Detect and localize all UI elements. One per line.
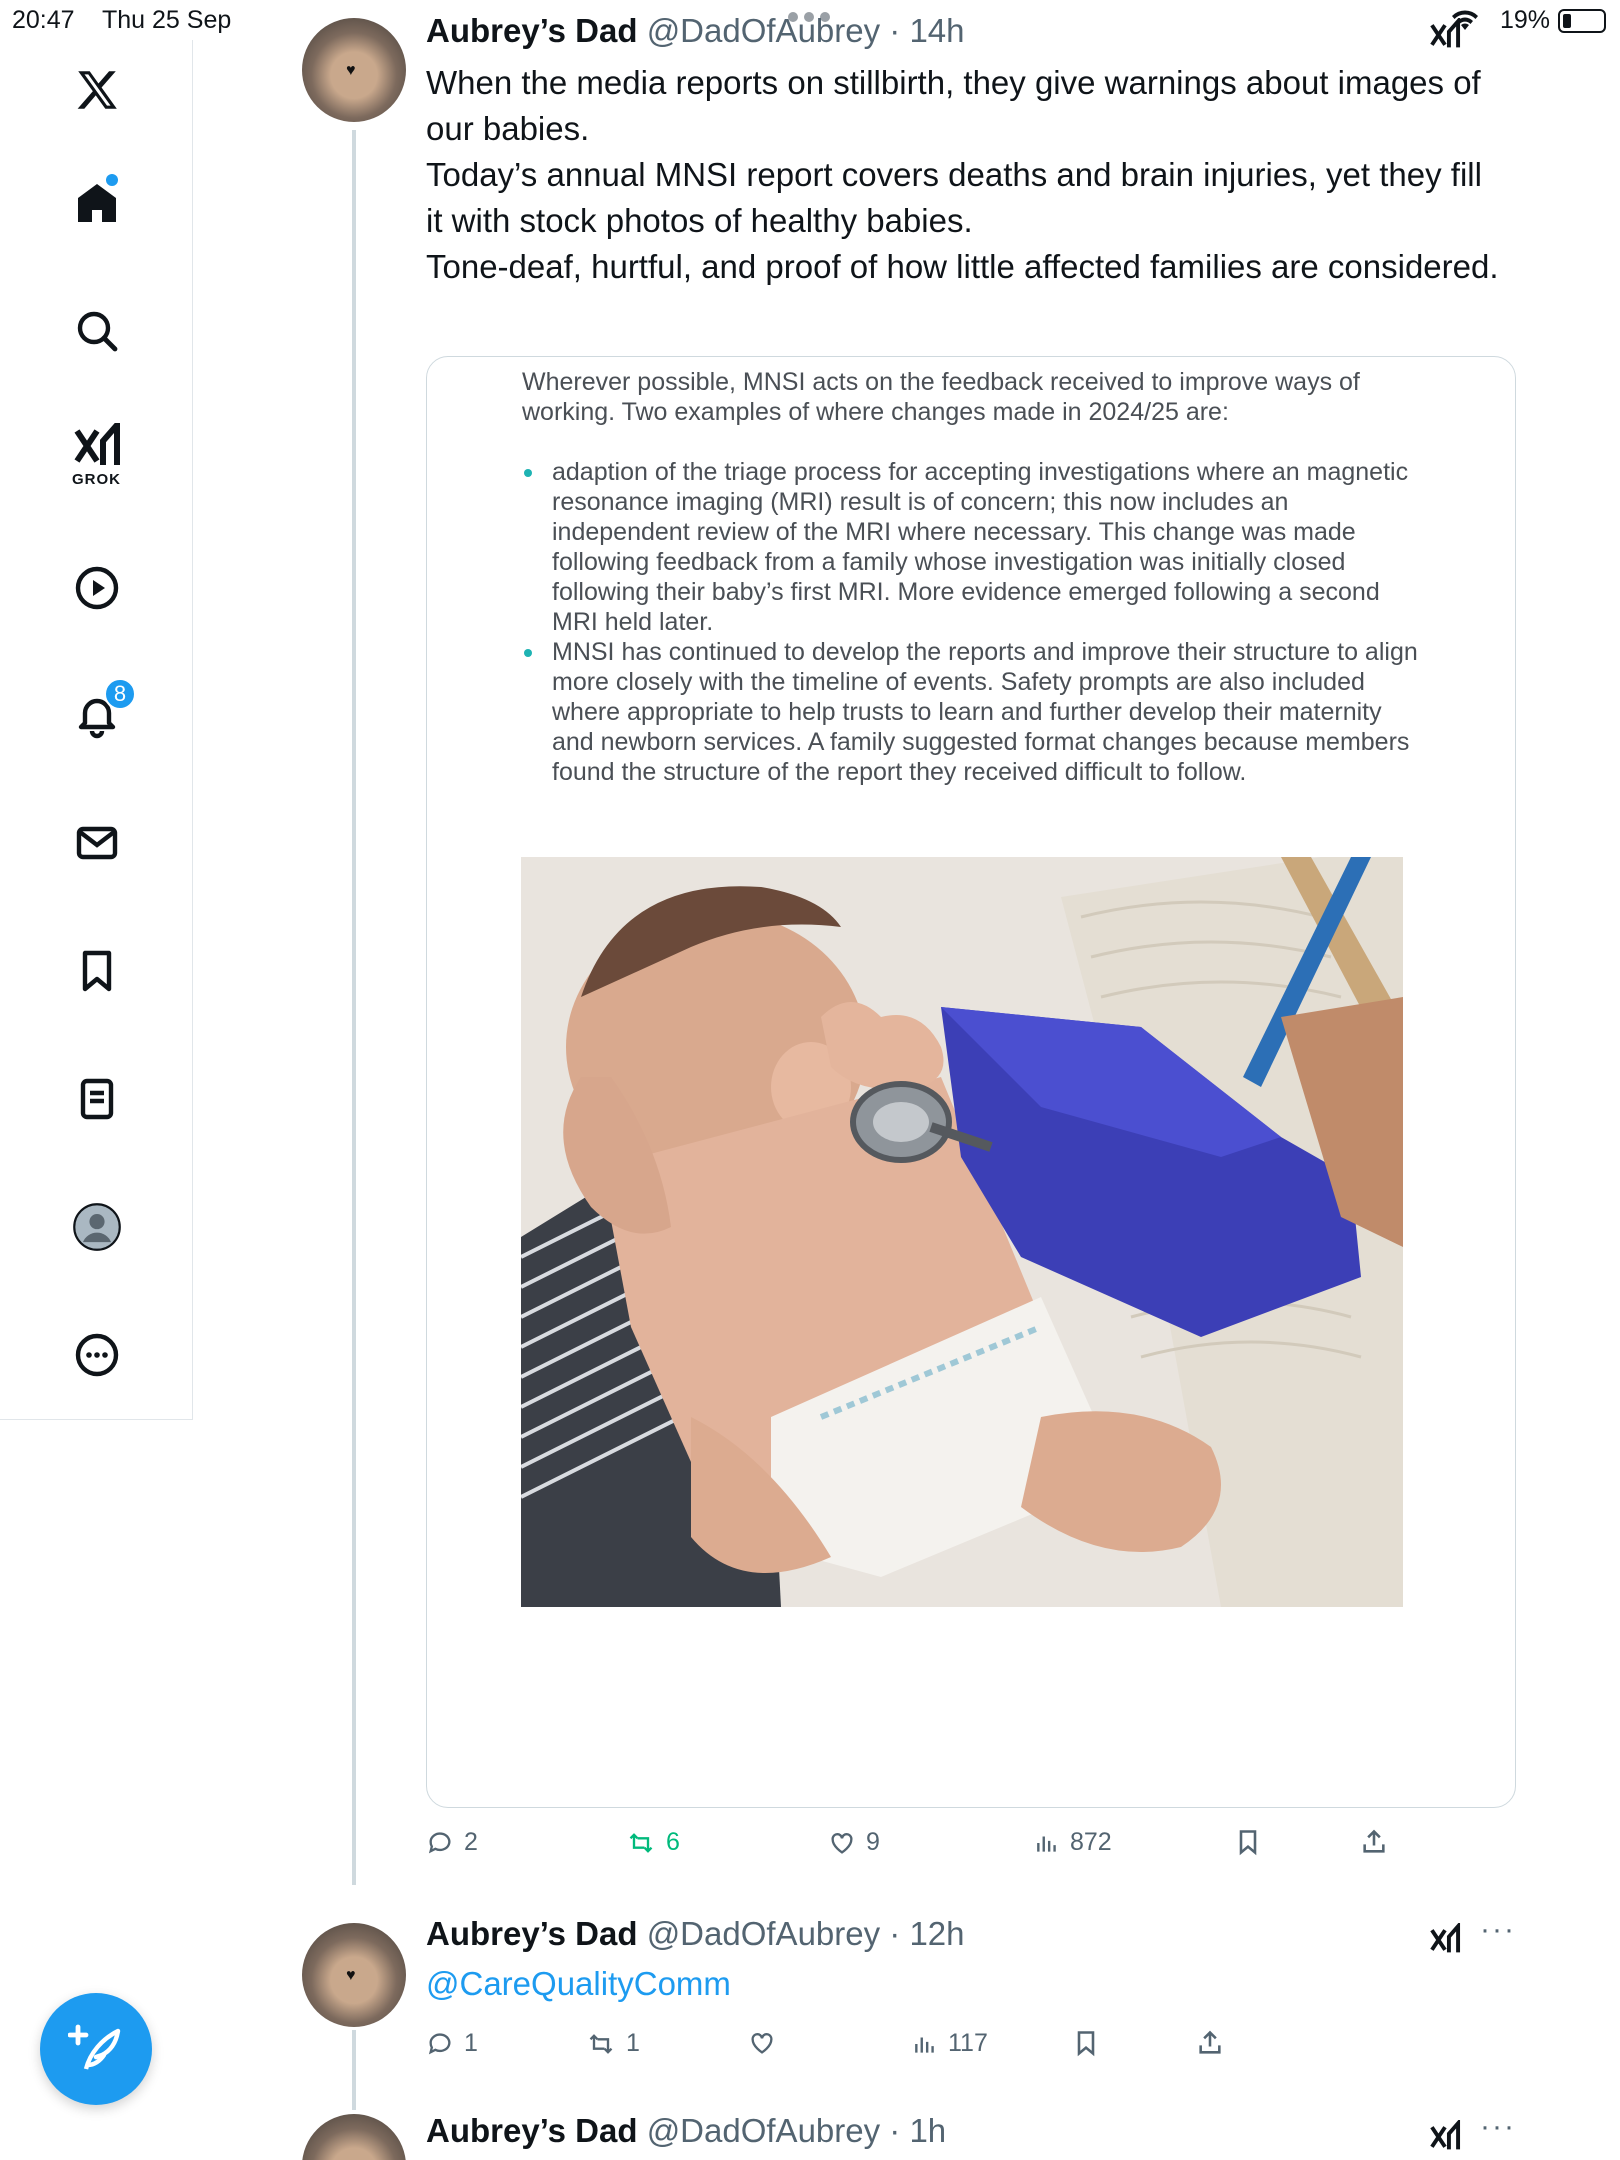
view-count: 872 <box>1070 1828 1112 1856</box>
tweet-time[interactable]: · 1h <box>889 2112 946 2149</box>
grok-icon[interactable] <box>1428 1923 1462 1957</box>
like-button[interactable]: 9 <box>828 1828 880 1857</box>
tweet-actions: 2 6 9 872 <box>426 1828 1426 1868</box>
tweet-time[interactable]: · 12h <box>889 1915 964 1952</box>
share-button[interactable] <box>1360 1828 1388 1856</box>
grok-icon[interactable] <box>1428 2120 1462 2154</box>
more-options-icon[interactable]: ··· <box>1480 2110 1516 2144</box>
author-name[interactable]: Aubrey’s Dad <box>426 2112 638 2149</box>
like-count: 9 <box>866 1828 880 1856</box>
author-handle[interactable]: @DadOfAubrey <box>647 12 880 49</box>
document-bullet: MNSI has continued to develop the report… <box>522 637 1422 787</box>
author-handle[interactable]: @DadOfAubrey <box>647 2112 880 2149</box>
tweet-header: Aubrey’s Dad @DadOfAubrey · 1h <box>426 2112 946 2150</box>
tweet-text: When the media reports on stillbirth, th… <box>426 60 1506 290</box>
author-name[interactable]: Aubrey’s Dad <box>426 12 638 49</box>
tweet-actions: 1 1 117 <box>426 2029 1426 2069</box>
reply-button[interactable]: 2 <box>426 1828 478 1857</box>
document-intro: Wherever possible, MNSI acts on the feed… <box>522 368 1360 426</box>
tweet-header: Aubrey’s Dad @DadOfAubrey · 14h <box>426 12 965 50</box>
reply-count: 2 <box>464 1828 478 1856</box>
tweet-text-line: When the media reports on stillbirth, th… <box>426 64 1481 147</box>
reply-icon <box>428 1831 451 1853</box>
reply-count: 1 <box>464 2029 478 2057</box>
avatar[interactable]: ♥ <box>302 1923 406 2027</box>
tweet[interactable]: ♥ Aubrey’s Dad @DadOfAubrey · 12h ··· @C… <box>0 1905 1620 2057</box>
share-icon <box>1199 2030 1221 2054</box>
reply-icon <box>428 2032 451 2054</box>
baby-stethoscope-photo <box>521 857 1403 1607</box>
repost-icon <box>589 2033 613 2054</box>
reply-button[interactable]: 1 <box>426 2029 478 2058</box>
tweet[interactable]: ♥ Aubrey’s Dad @DadOfAubrey · 1h ··· <box>0 2100 1620 2160</box>
author-handle[interactable]: @DadOfAubrey <box>647 1915 880 1952</box>
more-options-icon[interactable]: ··· <box>1480 1913 1516 1947</box>
share-button[interactable] <box>1196 2029 1224 2057</box>
bookmark-icon <box>1077 2031 1095 2057</box>
share-icon <box>1363 1829 1385 1853</box>
views-icon <box>1037 1836 1056 1852</box>
document-bullets: adaption of the triage process for accep… <box>522 457 1422 787</box>
tweet-text-line: Today’s annual MNSI report covers deaths… <box>426 156 1482 239</box>
repost-count: 6 <box>666 1828 680 1856</box>
view-count: 117 <box>948 2029 988 2057</box>
document-bullet: adaption of the triage process for accep… <box>522 457 1422 637</box>
tweet-media[interactable]: Wherever possible, MNSI acts on the feed… <box>426 356 1516 1808</box>
bookmark-button[interactable] <box>1072 2029 1100 2057</box>
views-button[interactable]: 117 <box>912 2029 988 2058</box>
author-name[interactable]: Aubrey’s Dad <box>426 1915 638 1952</box>
like-button[interactable] <box>748 2029 786 2057</box>
tweet[interactable]: ♥ Aubrey’s Dad @DadOfAubrey · 14h When t… <box>0 0 1620 1880</box>
heart-icon <box>831 1832 853 1854</box>
views-button[interactable]: 872 <box>1034 1828 1112 1857</box>
views-icon <box>915 2037 934 2053</box>
tweet-text-line: Tone-deaf, hurtful, and proof of how lit… <box>426 248 1499 285</box>
grok-icon[interactable] <box>1428 18 1462 52</box>
repost-count: 1 <box>626 2029 640 2057</box>
repost-button[interactable]: 6 <box>626 1828 680 1857</box>
bookmark-icon <box>1239 1830 1257 1856</box>
mention-link[interactable]: @CareQualityComm <box>426 1965 731 2003</box>
tweet-header: Aubrey’s Dad @DadOfAubrey · 12h <box>426 1915 965 1953</box>
bookmark-button[interactable] <box>1234 1828 1262 1856</box>
avatar[interactable]: ♥ <box>302 2114 406 2160</box>
heart-icon <box>751 2033 773 2054</box>
repost-icon <box>629 1832 653 1853</box>
repost-button[interactable]: 1 <box>586 2029 640 2058</box>
avatar[interactable]: ♥ <box>302 18 406 122</box>
tweet-time[interactable]: · 14h <box>889 12 964 49</box>
